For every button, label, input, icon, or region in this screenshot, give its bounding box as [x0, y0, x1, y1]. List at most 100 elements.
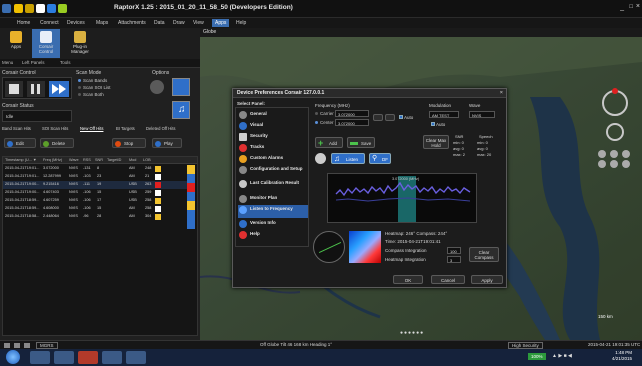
- table-row[interactable]: 2015-04-21T19:00... 4.607403 NVIS -106 15 USB…: [3, 189, 187, 197]
- coordinate-format-select[interactable]: MGRS: [36, 342, 58, 349]
- close-button[interactable]: ×: [636, 3, 640, 10]
- stop-record-button[interactable]: Stop: [112, 138, 146, 148]
- auto-checkbox[interactable]: Auto: [399, 115, 413, 120]
- spectrum-plot[interactable]: 3.072000 (MHz): [327, 173, 477, 223]
- table-row[interactable]: 2015-04-21T19:00... 9.215416 NVIS -111 19 USB…: [3, 181, 187, 189]
- center-input[interactable]: 3.072000: [335, 119, 369, 126]
- compass-ring[interactable]: [602, 88, 628, 116]
- carrier-input[interactable]: 3.072000: [335, 110, 369, 117]
- menu-maps[interactable]: Maps: [93, 19, 111, 27]
- settings-gear-icon[interactable]: [150, 80, 164, 94]
- grid-icon[interactable]: [14, 343, 20, 348]
- freq-up-button[interactable]: [385, 114, 395, 121]
- col-targetid[interactable]: TargetID: [107, 158, 121, 162]
- freq-down-button[interactable]: [373, 114, 383, 121]
- tab-globe[interactable]: Globe: [203, 29, 216, 35]
- fast-forward-button[interactable]: [49, 81, 69, 97]
- menu-view[interactable]: View: [190, 19, 207, 27]
- tilt-down-button[interactable]: [610, 160, 618, 168]
- panel-item-custom-alarms[interactable]: Custom Alarms: [238, 154, 308, 165]
- plugin-manager-ribbon-button[interactable]: Plug-in Manager: [64, 29, 96, 58]
- pause-button[interactable]: [27, 81, 45, 97]
- scan-soi-list-radio[interactable]: Scan SOI List: [78, 85, 111, 90]
- carrier-radio[interactable]: Carrier: [315, 111, 334, 116]
- rotate-left-button[interactable]: [622, 150, 630, 158]
- layers-icon[interactable]: [4, 343, 10, 348]
- col-rss[interactable]: RSS: [83, 158, 91, 162]
- df-button[interactable]: ⚲ DF: [369, 153, 391, 164]
- tilt-up-button[interactable]: [610, 150, 618, 158]
- panel-item-security[interactable]: Security: [238, 132, 308, 143]
- clear-compass-button[interactable]: Clear Compass: [469, 247, 499, 262]
- panel-item-configuration[interactable]: Configuration and Setup: [238, 165, 308, 178]
- tab-deleted-off-hits[interactable]: Deleted Off Hits: [146, 126, 175, 131]
- table-row[interactable]: 2015-04-21T18:58... 2.448064 NVIS -96 28 AM 30…: [3, 213, 187, 221]
- wave-select[interactable]: NVIS: [469, 111, 495, 118]
- scan-both-radio[interactable]: Scan Both: [78, 92, 104, 97]
- start-button[interactable]: [6, 350, 20, 364]
- listen-button[interactable]: ♫ Listen: [331, 153, 365, 164]
- menu-home[interactable]: Home: [14, 19, 33, 27]
- menu-help[interactable]: Help: [233, 19, 249, 27]
- stop-button[interactable]: [5, 81, 23, 97]
- panel-item-listen-to-frequency[interactable]: Listen to Frequency: [238, 205, 308, 218]
- taskbar-app-icon[interactable]: [78, 351, 98, 364]
- col-timestamp[interactable]: Timestamp (U... ▼: [5, 158, 37, 162]
- save-button[interactable]: Save: [347, 137, 375, 148]
- col-snr[interactable]: SNR: [95, 158, 103, 162]
- panel-item-general[interactable]: General: [238, 110, 308, 121]
- dialog-close-button[interactable]: ×: [500, 90, 503, 96]
- table-row[interactable]: 2015-04-21T19:01... 3.072000 NVIS -131 8 AM 24…: [3, 165, 187, 173]
- taskbar-explorer-icon[interactable]: [30, 351, 50, 364]
- pan-control[interactable]: [606, 123, 624, 141]
- options-panel-icon[interactable]: [172, 78, 190, 96]
- col-lob[interactable]: LOB: [143, 158, 151, 162]
- delete-button[interactable]: Delete: [40, 138, 74, 148]
- tab-soi-scan-hits[interactable]: SOI Scan Hits: [42, 126, 68, 131]
- center-radio[interactable]: Center: [315, 120, 334, 125]
- page-dots[interactable]: ●●●●●●: [400, 330, 424, 336]
- minimize-button[interactable]: _: [620, 4, 624, 11]
- zoom-in-button[interactable]: [598, 150, 606, 158]
- col-wave[interactable]: Wave: [69, 158, 79, 162]
- col-freq[interactable]: Freq (MHz): [43, 158, 62, 162]
- music-note-icon[interactable]: ♫: [172, 101, 190, 119]
- add-button[interactable]: + Add: [315, 137, 343, 148]
- play-button[interactable]: Play: [152, 138, 182, 148]
- menu-attachments[interactable]: Attachments: [115, 19, 149, 27]
- heatmap-integration-input[interactable]: 3: [447, 256, 461, 263]
- rotate-right-button[interactable]: [622, 160, 630, 168]
- apply-button[interactable]: Apply: [471, 275, 503, 284]
- table-row[interactable]: 2015-04-21T18:59... 4.608000 NVIS -106 15 AM 2…: [3, 205, 187, 213]
- quick-open-icon[interactable]: [25, 4, 34, 13]
- taskbar-ie-icon[interactable]: [54, 351, 74, 364]
- menu-connect[interactable]: Connect: [37, 19, 62, 27]
- table-row[interactable]: 2015-04-21T19:01... 12.287999 NVIS -103 23 AM…: [3, 173, 187, 181]
- modulation-select[interactable]: AM TEST: [429, 111, 459, 118]
- zoom-out-button[interactable]: [598, 160, 606, 168]
- quick-save-icon[interactable]: [14, 4, 23, 13]
- quick-play-icon[interactable]: [58, 4, 67, 13]
- cancel-button[interactable]: Cancel: [431, 275, 465, 284]
- quick-new-icon[interactable]: [36, 4, 45, 13]
- taskbar-folder-icon[interactable]: [102, 351, 122, 364]
- quick-export-icon[interactable]: [47, 4, 56, 13]
- measure-icon[interactable]: [24, 343, 30, 348]
- clear-max-hold-button[interactable]: Clear Max Hold: [423, 135, 449, 149]
- panel-item-visual[interactable]: Visual: [238, 121, 308, 132]
- scan-bands-radio[interactable]: Scan Bands: [78, 78, 107, 83]
- menu-data[interactable]: Data: [151, 19, 168, 27]
- panel-item-help[interactable]: Help: [238, 230, 308, 241]
- edit-button[interactable]: Edit: [4, 138, 36, 148]
- menu-apps[interactable]: Apps: [212, 19, 230, 27]
- tab-new-off-hits[interactable]: New Off Hits: [80, 126, 103, 131]
- tab-bi-targets[interactable]: BI Targets: [116, 126, 135, 131]
- tab-band-scan-hits[interactable]: Band Scan Hits: [2, 126, 31, 131]
- panel-item-tracks[interactable]: Tracks: [238, 143, 308, 154]
- taskbar-raptor-icon[interactable]: [126, 351, 146, 364]
- table-row[interactable]: 2015-04-21T18:59... 4.607259 NVIS -106 17 USB…: [3, 197, 187, 205]
- compass-integration-input[interactable]: 100: [447, 247, 461, 254]
- panel-item-calibration[interactable]: Last Calibration Result: [238, 179, 308, 192]
- menu-devices[interactable]: Devices: [64, 19, 88, 27]
- panel-item-version-info[interactable]: Version Info: [238, 219, 308, 230]
